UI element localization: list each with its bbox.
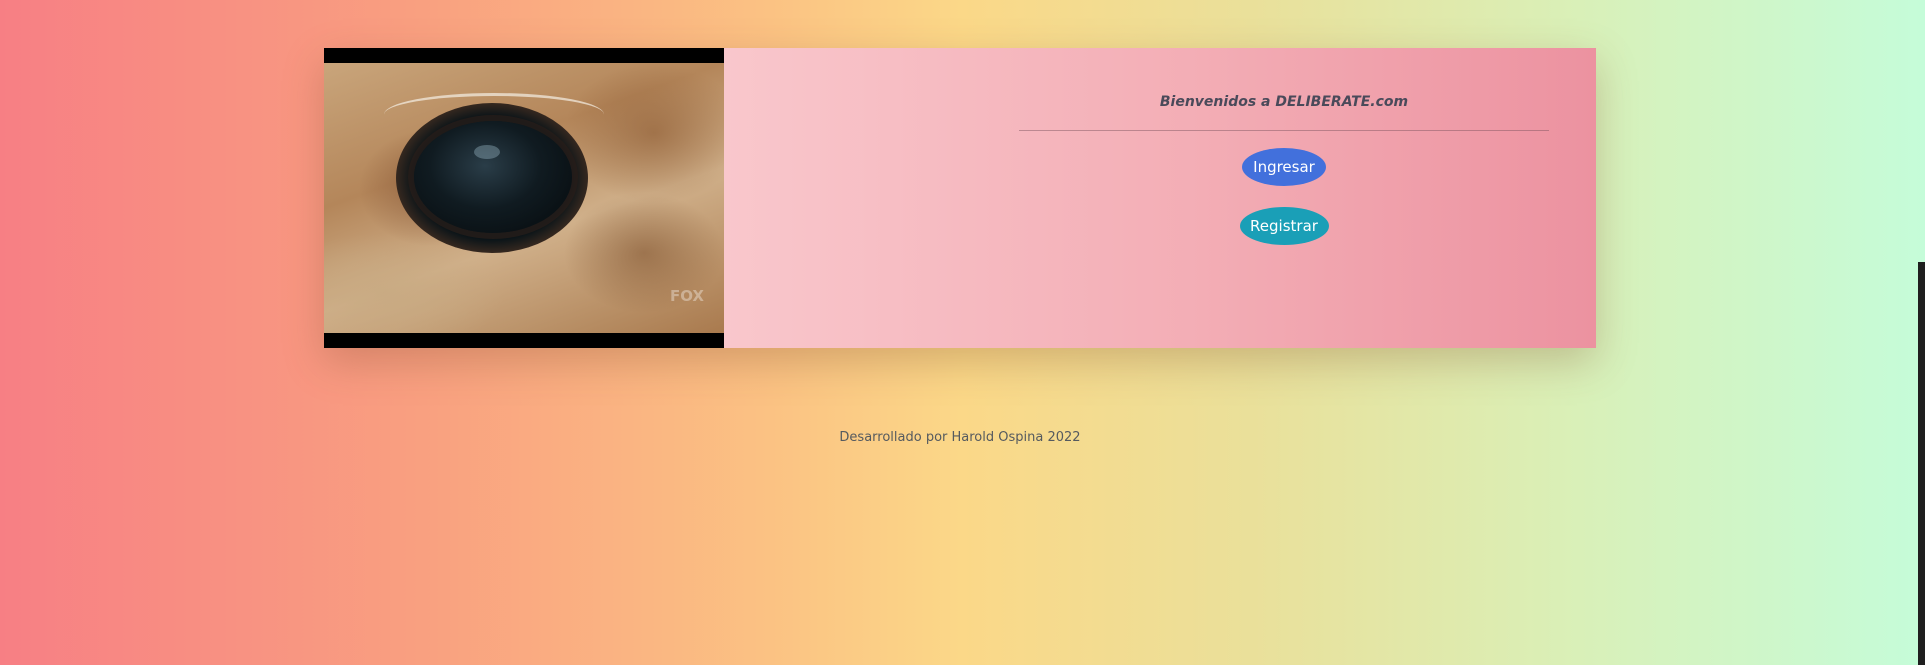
welcome-heading: Bienvenidos a DELIBERATE.com — [1159, 94, 1409, 110]
welcome-panel: Bienvenidos a DELIBERATE.com Ingresar Re… — [724, 48, 1596, 348]
register-button[interactable]: Registrar — [1239, 207, 1329, 245]
login-button[interactable]: Ingresar — [1242, 148, 1326, 186]
image-watermark: FOX — [669, 287, 704, 305]
eye-glint-decor — [474, 145, 500, 159]
eye-decor — [414, 121, 572, 233]
welcome-divider — [1019, 130, 1549, 131]
footer-credit: Desarrollado por Harold Ospina 2022 — [839, 430, 1081, 445]
scrollbar-strip[interactable] — [1918, 262, 1925, 665]
giraffe-fur: FOX — [324, 63, 724, 333]
welcome-panel-content: Bienvenidos a DELIBERATE.com Ingresar Re… — [1019, 48, 1549, 348]
welcome-card: FOX Bienvenidos a DELIBERATE.com Ingresa… — [324, 48, 1596, 348]
giraffe-eye-image: FOX — [324, 48, 724, 348]
